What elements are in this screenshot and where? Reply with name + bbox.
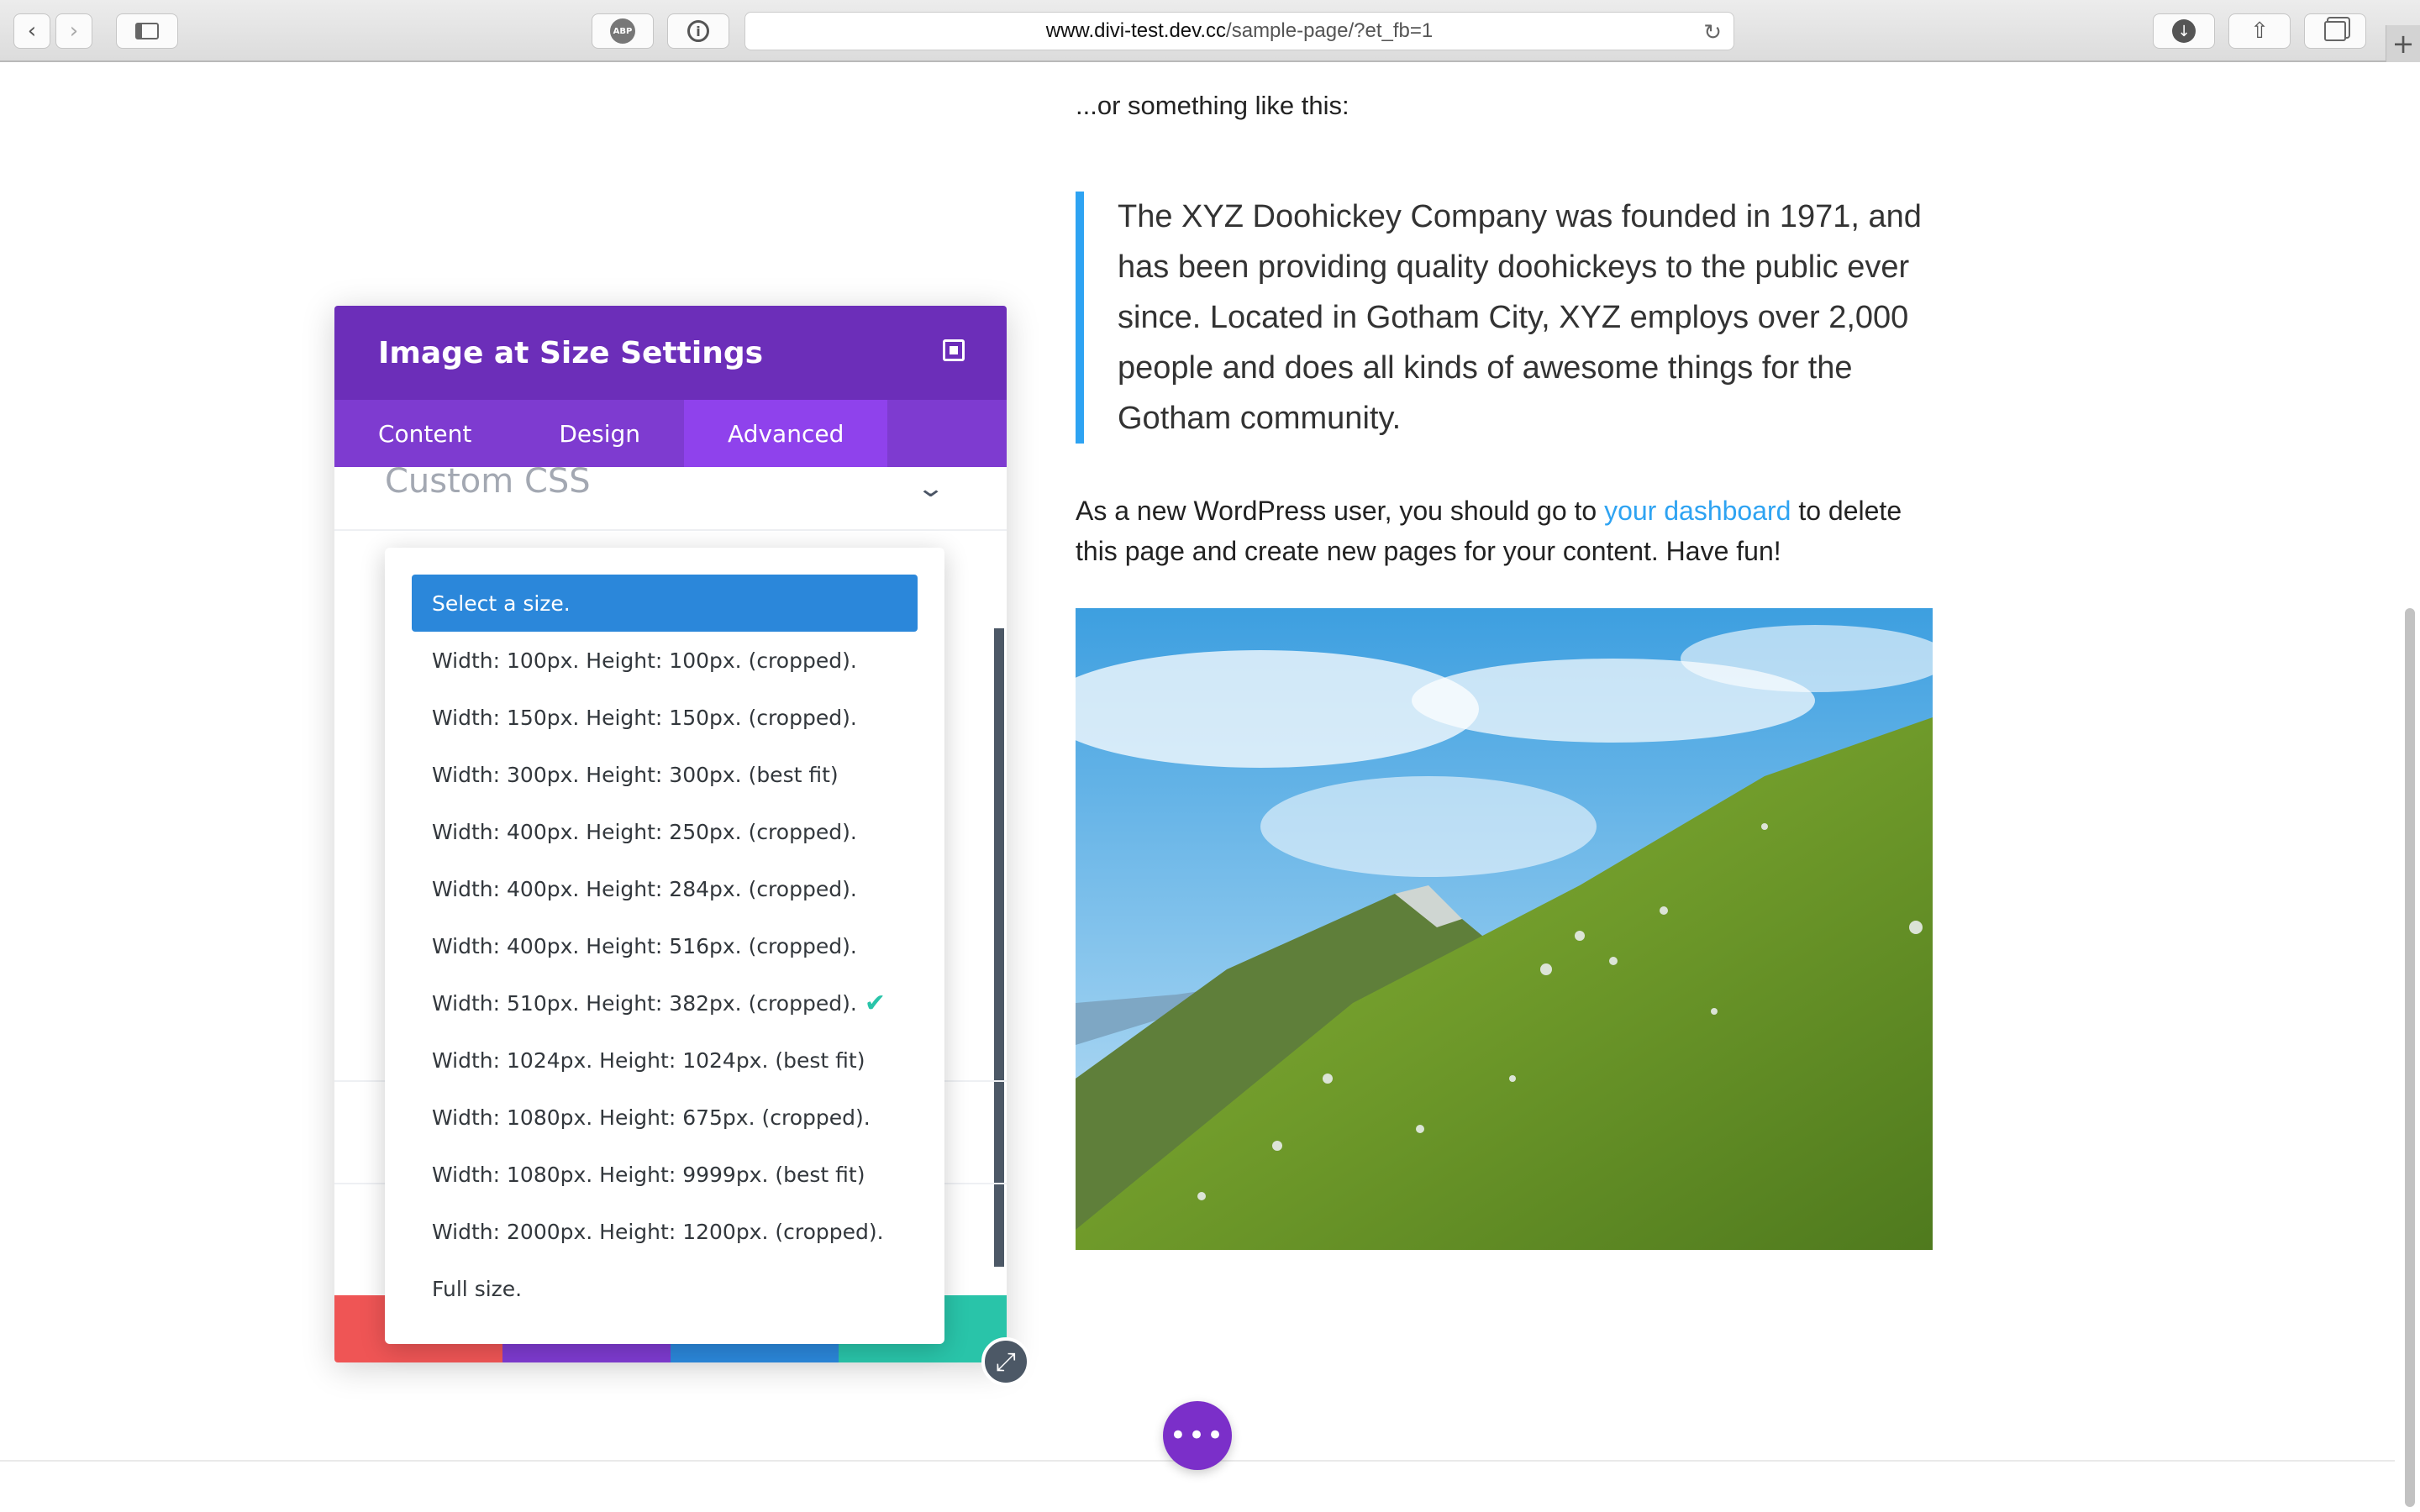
size-option-label: Width: 510px. Height: 382px. (cropped).	[432, 990, 857, 1016]
size-option[interactable]: Full size.	[412, 1260, 918, 1317]
page-content: ...or something like this: The XYZ Doohi…	[0, 62, 2420, 1512]
page-scrollbar[interactable]	[2405, 608, 2415, 1507]
blockquote: The XYZ Doohickey Company was founded in…	[1076, 192, 1966, 444]
url-path: /sample-page/?et_fb=1	[1226, 19, 1434, 42]
chevron-down-icon: ⌄	[915, 474, 946, 503]
info-icon: i	[687, 20, 709, 42]
more-icon: •••	[1169, 1419, 1226, 1452]
expand-icon[interactable]	[943, 339, 965, 361]
tabs-icon	[2324, 21, 2346, 41]
size-option[interactable]: Width: 510px. Height: 382px. (cropped). ✔	[412, 974, 918, 1032]
mountain-image[interactable]	[1076, 608, 1933, 1250]
mountain-photo	[1076, 608, 1933, 1250]
size-option-label: Width: 400px. Height: 284px. (cropped).	[432, 876, 857, 901]
tab-content[interactable]: Content	[334, 400, 515, 467]
dashboard-paragraph: As a new WordPress user, you should go t…	[1076, 491, 1949, 571]
size-option-label: Width: 400px. Height: 516px. (cropped).	[432, 933, 857, 958]
intro-text: ...or something like this:	[1076, 91, 1349, 120]
size-option-label: Width: 100px. Height: 100px. (cropped).	[432, 648, 857, 673]
size-option[interactable]: Width: 1080px. Height: 9999px. (best fit…	[412, 1146, 918, 1203]
url-domain: www.divi-test.dev.cc	[1045, 19, 1227, 42]
modal-header: Image at Size Settings	[334, 306, 1007, 400]
size-option[interactable]: Width: 2000px. Height: 1200px. (cropped)…	[412, 1203, 918, 1260]
size-option-label: Select a size.	[432, 591, 571, 616]
tab-advanced[interactable]: Advanced	[684, 400, 888, 467]
size-option-label: Width: 300px. Height: 300px. (best fit)	[432, 762, 839, 787]
size-option[interactable]: Width: 400px. Height: 284px. (cropped).	[412, 860, 918, 917]
size-option[interactable]: Width: 150px. Height: 150px. (cropped).	[412, 689, 918, 746]
page-settings-button[interactable]: •••	[1163, 1401, 1232, 1470]
size-option[interactable]: Width: 100px. Height: 100px. (cropped).	[412, 632, 918, 689]
info-button[interactable]: i	[667, 13, 729, 49]
forward-button[interactable]: ›	[55, 13, 92, 49]
tabs-overview-button[interactable]	[2304, 13, 2366, 49]
size-option-label: Width: 1080px. Height: 9999px. (best fit…	[432, 1162, 865, 1187]
size-option-label: Width: 2000px. Height: 1200px. (cropped)…	[432, 1219, 884, 1244]
back-button[interactable]: ‹	[13, 13, 50, 49]
modal-scroll-rail[interactable]	[994, 628, 1004, 1267]
image-size-dropdown: Select a size. Width: 100px. Height: 100p…	[385, 548, 944, 1344]
size-option-label: Width: 1024px. Height: 1024px. (best fit…	[432, 1047, 865, 1073]
size-option[interactable]: Width: 1080px. Height: 675px. (cropped).	[412, 1089, 918, 1146]
custom-css-section-toggle[interactable]: Custom CSS ⌄	[334, 467, 1007, 531]
address-bar[interactable]: www.divi-test.dev.cc/sample-page/?et_fb=…	[744, 12, 1734, 50]
size-option-label: Width: 400px. Height: 250px. (cropped).	[432, 819, 857, 844]
chevron-left-icon: ‹	[27, 18, 37, 44]
sidebar-toggle-button[interactable]	[116, 13, 178, 49]
download-icon: ↓	[2172, 19, 2196, 43]
size-option[interactable]: Select a size.	[412, 575, 918, 632]
size-option-label: Width: 1080px. Height: 675px. (cropped).	[432, 1105, 871, 1130]
browser-toolbar: ‹ › ABP i www.divi-test.dev.cc/sample-pa…	[0, 0, 2420, 62]
downloads-button[interactable]: ↓	[2153, 13, 2215, 49]
chevron-right-icon: ›	[69, 18, 79, 44]
new-tab-button[interactable]: +	[2386, 25, 2420, 62]
size-option[interactable]: Width: 1024px. Height: 1024px. (best fit…	[412, 1032, 918, 1089]
size-option[interactable]: Width: 400px. Height: 250px. (cropped).	[412, 803, 918, 860]
share-button[interactable]: ⇧	[2228, 13, 2291, 49]
tab-design[interactable]: Design	[515, 400, 684, 467]
size-option[interactable]: Width: 400px. Height: 516px. (cropped).	[412, 917, 918, 974]
size-option[interactable]: Width: 300px. Height: 300px. (best fit)	[412, 746, 918, 803]
size-option-label: Full size.	[432, 1276, 523, 1301]
size-option-label: Width: 150px. Height: 150px. (cropped).	[432, 705, 857, 730]
reload-icon[interactable]: ↻	[1703, 19, 1722, 45]
paragraph-text-start: As a new WordPress user, you should go t…	[1076, 496, 1605, 526]
adblock-button[interactable]: ABP	[592, 13, 654, 49]
adblock-icon: ABP	[610, 18, 635, 44]
sidebar-icon	[135, 23, 159, 39]
plus-icon: +	[2391, 28, 2415, 60]
dashboard-link[interactable]: your dashboard	[1604, 496, 1791, 526]
resize-handle-icon[interactable]: ⤢	[981, 1337, 1030, 1386]
modal-tabs: Content Design Advanced	[334, 400, 1007, 467]
share-icon: ⇧	[2250, 18, 2269, 44]
modal-title: Image at Size Settings	[378, 335, 764, 370]
checkmark-icon: ✔	[864, 988, 886, 1018]
section-title: Custom CSS	[385, 467, 591, 501]
